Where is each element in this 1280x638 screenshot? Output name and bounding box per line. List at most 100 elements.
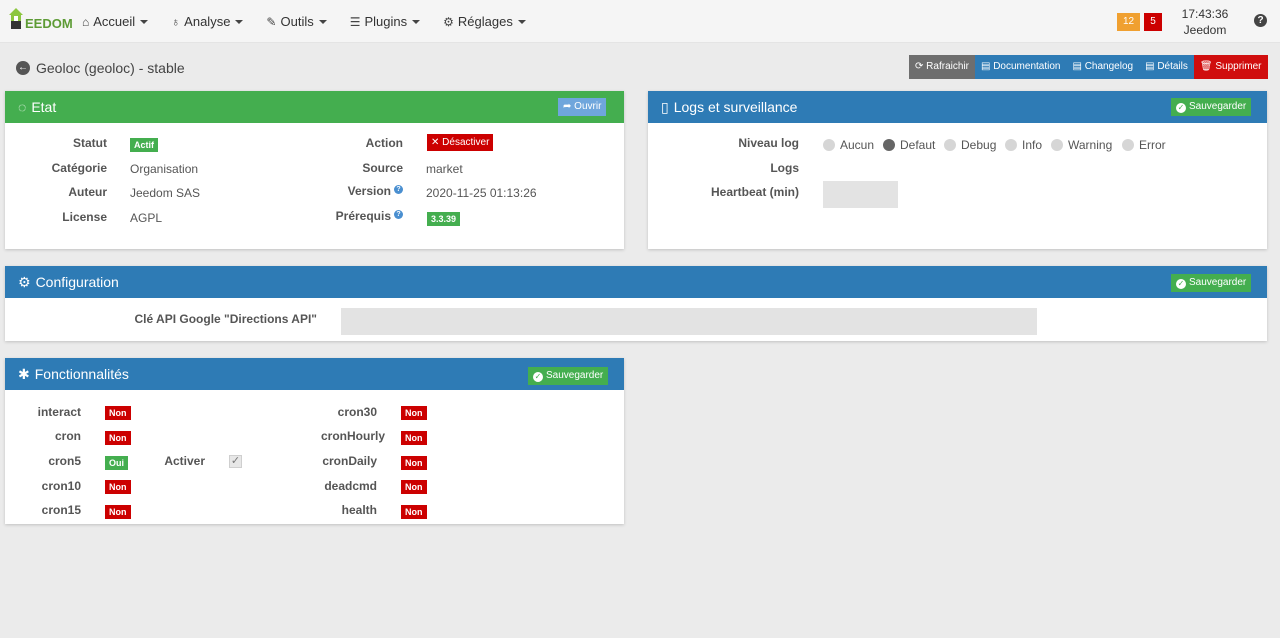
- home-icon: ⌂: [82, 14, 90, 29]
- fonctionnalites-save-button[interactable]: ✓ Sauvegarder: [528, 367, 609, 385]
- config-save-button[interactable]: ✓ Sauvegarder: [1171, 274, 1252, 292]
- log-level-info[interactable]: Info: [1005, 138, 1042, 152]
- feature-status-badge: Non: [401, 456, 427, 470]
- brand-name: EEDOM: [25, 16, 73, 31]
- clock-user: Jeedom: [1183, 23, 1227, 37]
- logs-title: Logs et surveillance: [673, 99, 798, 115]
- log-level-defaut[interactable]: Defaut: [883, 138, 935, 152]
- api-key-input[interactable]: [341, 308, 1037, 335]
- question-circle-icon[interactable]: ?: [394, 210, 403, 219]
- fonctionnalites-title: Fonctionnalités: [34, 366, 129, 382]
- clock-time: 17:43:36: [1181, 7, 1229, 21]
- feature-status-badge: Non: [105, 406, 131, 420]
- refresh-icon: ⟳: [915, 61, 924, 72]
- caret-down-icon: [235, 20, 244, 24]
- log-level-label: Error: [1139, 138, 1166, 152]
- desactiver-button[interactable]: ✕ Désactiver: [427, 134, 494, 151]
- configuration-panel: ⚙ Configuration ✓ Sauvegarder Clé API Goo…: [5, 266, 1267, 341]
- logs-save-label: Sauvegarder: [1189, 101, 1247, 112]
- license-value: AGPL: [130, 211, 163, 225]
- radio-dot: [944, 139, 956, 151]
- etat-panel: ◌ Etat ➦ Ouvrir Statut Actif Catégorie O…: [5, 91, 624, 249]
- book-icon: ▤: [1145, 61, 1155, 72]
- log-level-label: Aucun: [840, 138, 875, 152]
- help-icon[interactable]: ?: [1254, 14, 1267, 27]
- menu-accueil-label: Accueil: [93, 14, 136, 29]
- license-label: License: [62, 210, 107, 224]
- stethoscope-icon: ♁: [171, 14, 181, 29]
- gear-icon: ⚙: [443, 14, 454, 29]
- refresh-label: Rafraichir: [926, 61, 969, 72]
- notification-badge-red[interactable]: 5: [1144, 13, 1162, 31]
- auteur-value: Jeedom SAS: [130, 186, 201, 200]
- changelog-button[interactable]: ▤ Changelog: [1066, 55, 1140, 79]
- version-label-text: Version: [347, 184, 391, 198]
- feature-name: cron10: [41, 479, 81, 493]
- menu-outils-label: Outils: [280, 14, 314, 29]
- top-navbar: EEDOM ⌂ Accueil ♁ Analyse ✎ Outils ☰ Plu…: [0, 0, 1280, 43]
- log-level-warning[interactable]: Warning: [1051, 138, 1112, 152]
- check-circle-icon: ✓: [1176, 103, 1186, 113]
- api-key-label: Clé API Google "Directions API": [134, 312, 317, 326]
- back-arrow-icon[interactable]: ←: [16, 61, 30, 75]
- version-label: Version?: [325, 184, 403, 198]
- menu-outils[interactable]: ✎ Outils: [266, 14, 327, 29]
- notification-badge-orange[interactable]: 12: [1117, 13, 1140, 31]
- log-level-label: Defaut: [900, 138, 936, 152]
- logs-label: Logs: [770, 161, 799, 175]
- documentation-button[interactable]: ▤ Documentation: [974, 55, 1067, 79]
- menu-reglages[interactable]: ⚙ Réglages: [443, 14, 526, 29]
- prerequis-label-text: Prérequis: [335, 209, 391, 223]
- menu-accueil[interactable]: ⌂ Accueil: [82, 14, 149, 29]
- check-circle-icon: ✓: [1176, 279, 1186, 289]
- feature-status-badge: Non: [105, 480, 131, 494]
- feature-name: cronDaily: [322, 454, 377, 468]
- categorie-value: Organisation: [130, 162, 199, 176]
- prerequis-badge: 3.3.39: [427, 212, 461, 226]
- auteur-label: Auteur: [68, 185, 107, 199]
- radio-dot: [1051, 139, 1063, 151]
- configuration-title: Configuration: [35, 274, 119, 290]
- feature-name: cron15: [41, 503, 81, 517]
- book-icon: ▤: [1072, 61, 1082, 72]
- delete-button[interactable]: 🗑 Supprimer: [1193, 55, 1268, 79]
- niveau-log-label: Niveau log: [738, 136, 799, 150]
- config-save-label: Sauvegarder: [1189, 277, 1247, 288]
- feature-name: cron30: [337, 405, 377, 419]
- logs-panel: ▯ Logs et surveillance ✓ Sauvegarder Nive…: [648, 91, 1267, 249]
- logs-save-button[interactable]: ✓ Sauvegarder: [1171, 98, 1252, 116]
- fonctionnalites-panel-header: ✱ Fonctionnalités ✓ Sauvegarder: [5, 358, 624, 390]
- menu-analyse[interactable]: ♁ Analyse: [171, 14, 244, 29]
- jeedom-logo[interactable]: EEDOM: [6, 5, 73, 37]
- caret-down-icon: [517, 20, 526, 24]
- details-label: Détails: [1157, 61, 1188, 72]
- log-level-error[interactable]: Error: [1122, 138, 1166, 152]
- logs-panel-header: ▯ Logs et surveillance ✓ Sauvegarder: [648, 91, 1267, 123]
- activer-checkbox[interactable]: ✓: [229, 455, 242, 468]
- caret-down-icon: [140, 20, 149, 24]
- file-icon: ▯: [661, 98, 669, 115]
- desactiver-label: Désactiver: [442, 137, 490, 148]
- question-circle-icon[interactable]: ?: [394, 185, 403, 194]
- caret-down-icon: [412, 20, 421, 24]
- details-button[interactable]: ▤ Détails: [1139, 55, 1194, 79]
- etat-panel-header: ◌ Etat ➦ Ouvrir: [5, 91, 624, 123]
- circle-notch-icon: ◌: [18, 99, 27, 115]
- menu-plugins-label: Plugins: [364, 14, 408, 29]
- open-button[interactable]: ➦ Ouvrir: [558, 98, 607, 116]
- refresh-button[interactable]: ⟳ Rafraichir: [909, 55, 975, 79]
- feature-name: interact: [37, 405, 81, 419]
- heartbeat-label: Heartbeat (min): [710, 185, 799, 199]
- menu-reglages-label: Réglages: [457, 14, 513, 29]
- page-title: Geoloc (geoloc) - stable: [36, 60, 185, 76]
- statut-badge: Actif: [130, 138, 158, 152]
- heartbeat-input[interactable]: [823, 181, 898, 208]
- fonctionnalites-panel: ✱ Fonctionnalités ✓ Sauvegarder interact …: [5, 358, 624, 524]
- radio-dot: [823, 139, 835, 151]
- feature-name: health: [341, 503, 377, 517]
- feature-name: cron5: [48, 454, 81, 468]
- share-icon: ➦: [563, 101, 572, 112]
- menu-plugins[interactable]: ☰ Plugins: [350, 14, 421, 29]
- log-level-aucun[interactable]: Aucun: [823, 138, 874, 152]
- log-level-debug[interactable]: Debug: [944, 138, 996, 152]
